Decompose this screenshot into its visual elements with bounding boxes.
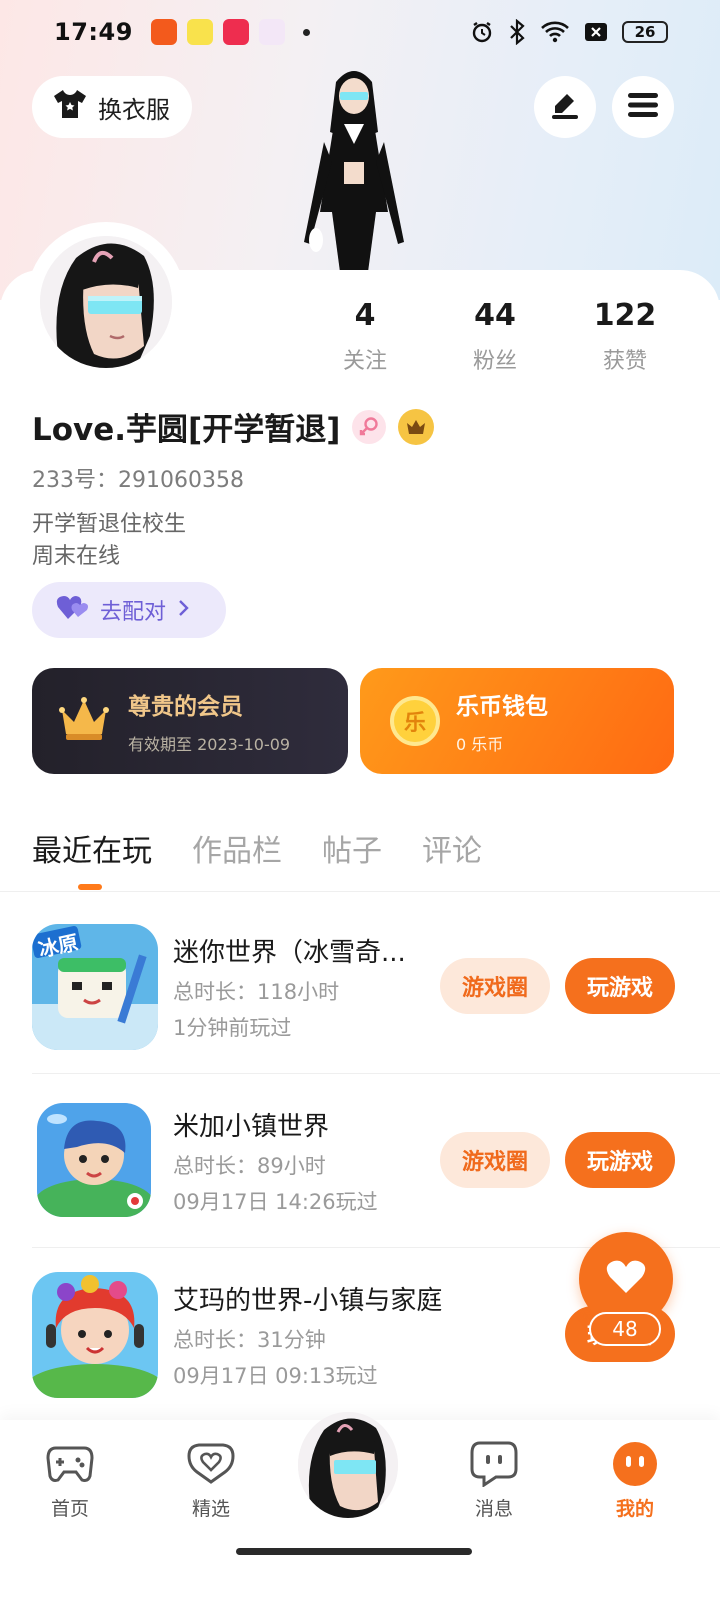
edit-profile-button[interactable]: [534, 76, 596, 138]
wallet-balance: 0 乐币: [456, 735, 504, 754]
bio-line: 开学暂退住校生: [32, 512, 187, 537]
game-circle-button[interactable]: 游戏圈: [440, 958, 550, 1014]
game-last-played: 1分钟前玩过: [173, 1016, 292, 1040]
likes-count: 122: [593, 298, 657, 333]
game-duration: 总时长：89小时: [173, 1154, 326, 1178]
game-row[interactable]: 米加小镇世界 总时长：89小时 09月17日 14:26玩过 游戏圈 玩游戏: [32, 1098, 692, 1224]
status-bar: 17:49 26: [0, 0, 720, 64]
battery-indicator: 26: [622, 21, 668, 43]
menu-button[interactable]: [612, 76, 674, 138]
game-last-played: 09月17日 09:13玩过: [173, 1364, 378, 1388]
row-divider: [32, 1073, 720, 1074]
chevron-right-icon: [176, 598, 190, 623]
following-count: 4: [354, 298, 376, 333]
cloud-app-icon: [258, 19, 285, 45]
username: Love.芋圆[开学暂退]: [32, 412, 341, 448]
followers-label: 粉丝: [472, 349, 517, 374]
kuaishou-app-icon: [150, 19, 177, 45]
gold-crown-icon: [58, 696, 110, 746]
game-circle-button[interactable]: 游戏圈: [440, 1132, 550, 1188]
bio-line: 周末在线: [32, 544, 121, 569]
mini-world-game-icon: 冰原: [32, 924, 158, 1050]
nav-messages-label: 消息: [474, 1498, 513, 1520]
nav-featured[interactable]: 精选: [171, 1440, 251, 1521]
game-last-played: 09月17日 14:26玩过: [173, 1190, 378, 1214]
pencil-icon: [549, 90, 581, 124]
profile-avatar[interactable]: [26, 222, 186, 382]
play-game-button[interactable]: 玩游戏: [565, 1132, 675, 1188]
more-notifications-icon: [302, 28, 310, 36]
avatar-image: [40, 236, 172, 368]
following-stat[interactable]: 4 关注: [300, 298, 430, 375]
profile-tabs: 最近在玩 作品栏 帖子 评论: [32, 826, 482, 870]
tab-recently-played[interactable]: 最近在玩: [32, 826, 152, 870]
miga-town-game-icon: [37, 1103, 151, 1217]
game-row[interactable]: 冰原 迷你世界（冰雪奇... 总时长：118小时 1分钟前玩过 游戏圈 玩游戏: [32, 924, 692, 1050]
vip-crown-icon[interactable]: [398, 408, 435, 445]
game-name: 艾玛的世界-小镇与家庭: [173, 1286, 443, 1316]
game-duration: 总时长：118小时: [173, 980, 340, 1004]
notification-app-icons: [150, 19, 310, 45]
nav-featured-label: 精选: [191, 1498, 230, 1520]
nav-home[interactable]: 首页: [30, 1440, 110, 1521]
heart-bubble-icon: [187, 1440, 235, 1488]
bluetooth-icon: [508, 19, 526, 45]
nav-profile[interactable]: 我的: [595, 1440, 675, 1521]
like-count: 48: [589, 1312, 661, 1346]
heart-icon: [606, 1259, 646, 1299]
vip-expiry: 有效期至 2023-10-09: [128, 735, 291, 754]
nav-profile-label: 我的: [615, 1498, 654, 1520]
active-tab-indicator: [78, 884, 102, 890]
followers-count: 44: [474, 298, 516, 333]
qq-browser-app-icon: [186, 19, 213, 45]
tshirt-icon: [52, 88, 88, 126]
play-game-button[interactable]: 玩游戏: [565, 958, 675, 1014]
wallet-title: 乐币钱包: [456, 694, 548, 720]
likes-label: 获赞: [602, 349, 647, 374]
xiaohongshu-app-icon: [222, 19, 249, 45]
hearts-icon: [56, 593, 90, 627]
home-indicator[interactable]: [236, 1548, 472, 1555]
status-time: 17:49: [54, 18, 133, 46]
tab-divider: [0, 891, 720, 892]
likes-stat[interactable]: 122 获赞: [560, 298, 690, 375]
sim-off-icon: [584, 21, 608, 43]
alarm-icon: [470, 20, 494, 44]
tab-works[interactable]: 作品栏: [192, 826, 282, 870]
nav-center-avatar[interactable]: [298, 1412, 398, 1518]
following-label: 关注: [342, 349, 387, 374]
match-button[interactable]: 去配对: [32, 582, 226, 638]
vip-membership-card[interactable]: 尊贵的会员 有效期至 2023-10-09: [32, 668, 348, 774]
profile-stats: 4 关注 44 粉丝 122 获赞: [300, 298, 690, 375]
nav-home-label: 首页: [50, 1498, 89, 1520]
username-row: Love.芋圆[开学暂退]: [32, 404, 435, 449]
face-icon: [611, 1440, 659, 1488]
coin-wallet-card[interactable]: 乐 乐币钱包 0 乐币: [360, 668, 674, 774]
dressup-button[interactable]: 换衣服: [32, 76, 192, 138]
hamburger-menu-icon: [628, 92, 658, 122]
wifi-icon: [540, 20, 570, 44]
tab-posts[interactable]: 帖子: [322, 826, 382, 870]
match-label: 去配对: [100, 600, 167, 625]
gamepad-icon: [46, 1440, 94, 1488]
emma-world-game-icon: [32, 1272, 158, 1398]
followers-stat[interactable]: 44 粉丝: [430, 298, 560, 375]
dressup-label: 换衣服: [98, 95, 170, 124]
game-name: 米加小镇世界: [173, 1112, 330, 1142]
avatar-character-figure[interactable]: [284, 62, 424, 272]
vip-title: 尊贵的会员: [128, 694, 243, 720]
chat-icon: [470, 1440, 518, 1488]
user-id: 233号：291060358: [32, 468, 244, 493]
game-name: 迷你世界（冰雪奇...: [173, 938, 406, 968]
tab-comments[interactable]: 评论: [422, 826, 482, 870]
female-gender-icon: [352, 409, 387, 444]
coin-icon: 乐: [390, 696, 440, 746]
nav-messages[interactable]: 消息: [454, 1440, 534, 1521]
game-duration: 总时长：31分钟: [173, 1328, 326, 1352]
